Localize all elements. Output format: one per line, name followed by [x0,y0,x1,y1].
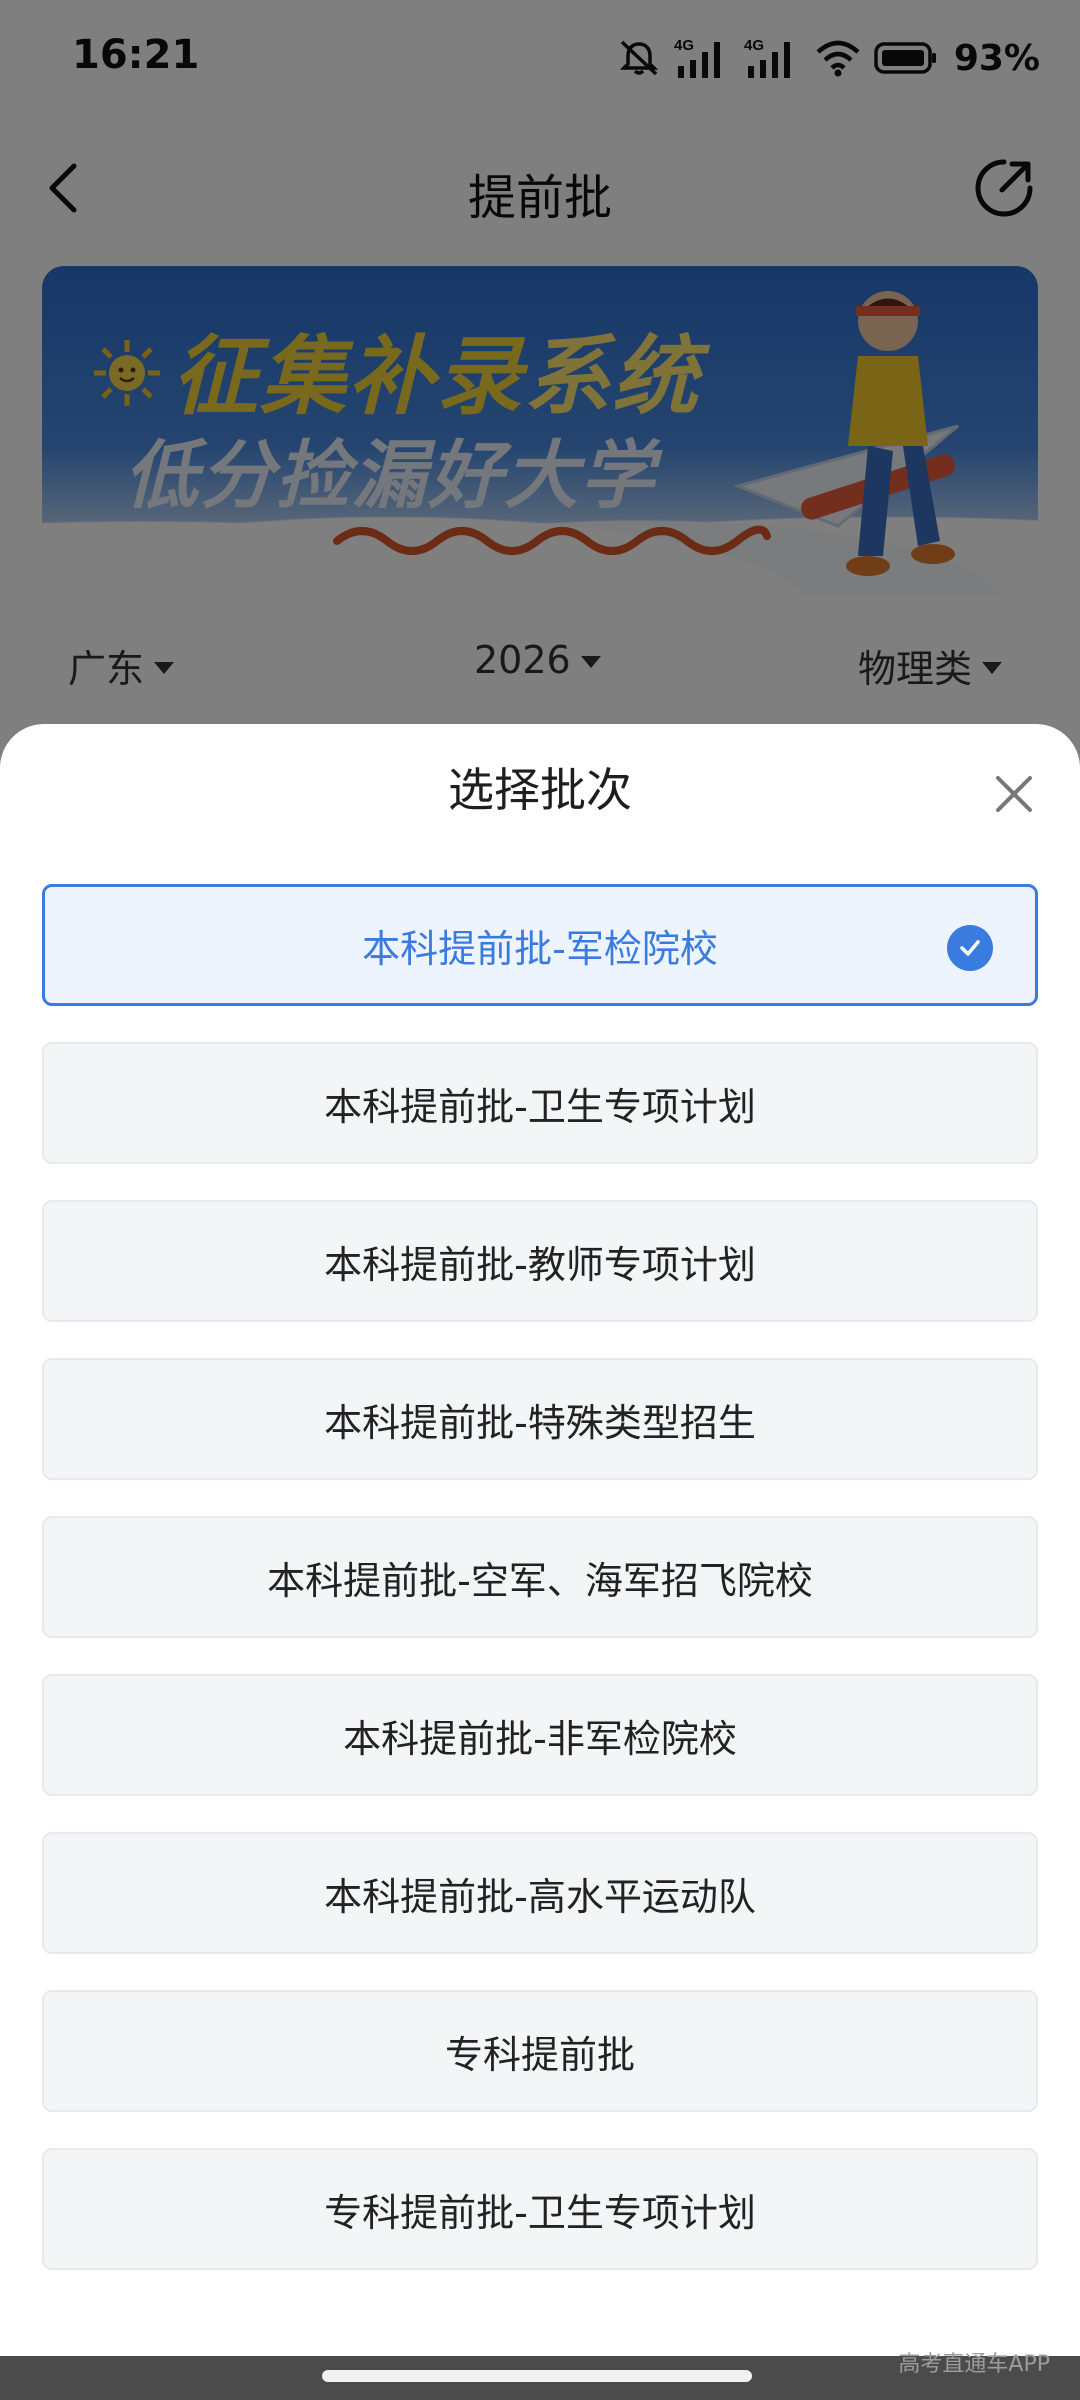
batch-option[interactable]: 本科提前批-高水平运动队 [42,1832,1038,1954]
batch-option[interactable]: 本科提前批-特殊类型招生 [42,1358,1038,1480]
batch-option-label: 本科提前批-非军检院校 [343,1716,737,1761]
batch-option-label: 专科提前批-卫生专项计划 [324,2190,756,2235]
batch-option[interactable]: 专科提前批-卫生专项计划 [42,2148,1038,2270]
batch-option-label: 本科提前批-特殊类型招生 [324,1400,756,1445]
batch-option-label: 专科提前批 [444,2032,635,2077]
batch-option[interactable]: 本科提前批-军检院校 [42,884,1038,1006]
batch-option-label: 本科提前批-卫生专项计划 [324,1084,756,1129]
batch-option[interactable]: 本科提前批-教师专项计划 [42,1200,1038,1322]
check-circle-icon [947,925,993,971]
sheet-title: 选择批次 [448,763,632,817]
batch-option-label: 本科提前批-军检院校 [362,926,718,971]
close-icon[interactable] [986,766,1042,822]
batch-option[interactable]: 专科提前批 [42,1990,1038,2112]
batch-option-label: 本科提前批-高水平运动队 [324,1874,756,1919]
batch-option-label: 本科提前批-空军、海军招飞院校 [267,1558,813,1603]
batch-option[interactable]: 本科提前批-非军检院校 [42,1674,1038,1796]
batch-select-sheet: 选择批次 本科提前批-军检院校 本科提前批-卫生专项计划 本科提前批-教师专项计… [0,724,1080,2356]
home-indicator[interactable] [322,2370,752,2382]
batch-option-label: 本科提前批-教师专项计划 [324,1242,756,1287]
batch-option[interactable]: 本科提前批-卫生专项计划 [42,1042,1038,1164]
batch-options-list: 本科提前批-军检院校 本科提前批-卫生专项计划 本科提前批-教师专项计划 本科提… [42,884,1038,2306]
watermark: 高考直通车APP [898,2352,1050,2377]
batch-option[interactable]: 本科提前批-空军、海军招飞院校 [42,1516,1038,1638]
